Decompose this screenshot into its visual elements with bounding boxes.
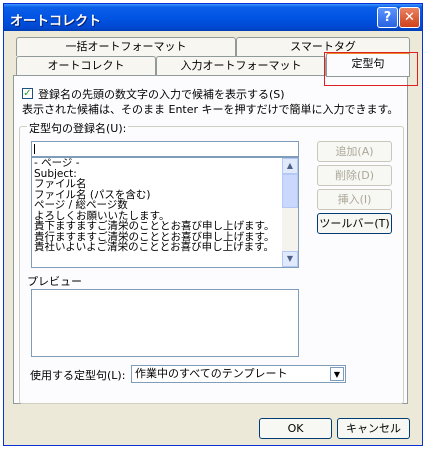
scroll-thumb[interactable] (282, 174, 298, 208)
close-icon: ✕ (404, 10, 415, 25)
autotext-list[interactable]: - ページ - Subject: ファイル名 ファイル名 (パスを含む) ページ… (31, 157, 299, 268)
delete-button[interactable]: 削除(D) (317, 165, 392, 186)
tab-autotext[interactable]: 定型句 (326, 52, 410, 77)
tab-bulk-autoformat[interactable]: 一括オートフォーマット (16, 37, 236, 56)
preview-box (31, 289, 299, 357)
list-item[interactable]: ファイル名 (32, 179, 298, 190)
scroll-down-icon[interactable]: ▼ (282, 251, 298, 267)
title-bar[interactable]: オートコレクト ? ✕ (4, 4, 422, 31)
preview-label: プレビュー (27, 275, 82, 288)
template-select[interactable]: 作業中のすべてのテンプレート ▼ (131, 365, 346, 383)
list-scrollbar[interactable]: ▲ ▼ (282, 158, 298, 267)
template-label: 使用する定型句(L): (30, 369, 126, 382)
close-button[interactable]: ✕ (399, 7, 420, 28)
entry-name-input[interactable] (31, 141, 299, 157)
list-item[interactable]: ページ / 総ページ数 (32, 200, 298, 211)
help-icon: ? (383, 10, 392, 25)
entry-name-label: 定型句の登録名(U): (27, 120, 129, 136)
chevron-down-icon[interactable]: ▼ (330, 367, 344, 381)
ok-button[interactable]: OK (259, 418, 332, 439)
cancel-button[interactable]: キャンセル (337, 418, 410, 439)
show-suggest-checkbox[interactable]: ✓ (22, 88, 33, 99)
help-button[interactable]: ? (377, 7, 398, 28)
list-item[interactable]: - ページ - (32, 158, 298, 169)
list-item[interactable]: 貴下ますますご清栄のこととお喜び申し上げます。 (32, 221, 298, 232)
show-suggest-label[interactable]: 登録名の先頭の数文字の入力で候補を表示する(S) (38, 86, 285, 102)
add-button[interactable]: 追加(A) (317, 141, 392, 162)
scroll-up-icon[interactable]: ▲ (282, 158, 298, 174)
tab-input-autoformat[interactable]: 入力オートフォーマット (156, 56, 326, 75)
toolbar-button[interactable]: ツールバー(T) (317, 213, 392, 234)
list-item[interactable]: 貴社いよいよご清栄のこととお喜び申し上げます。 (32, 242, 298, 253)
window-title: オートコレクト (10, 14, 102, 29)
text-caret (34, 144, 35, 154)
tab-autocorrect[interactable]: オートコレクト (16, 56, 156, 75)
insert-button[interactable]: 挿入(I) (317, 189, 392, 210)
info-text: 表示された候補は、そのまま Enter キーを押すだけで簡単に入力できます。 (22, 103, 399, 116)
